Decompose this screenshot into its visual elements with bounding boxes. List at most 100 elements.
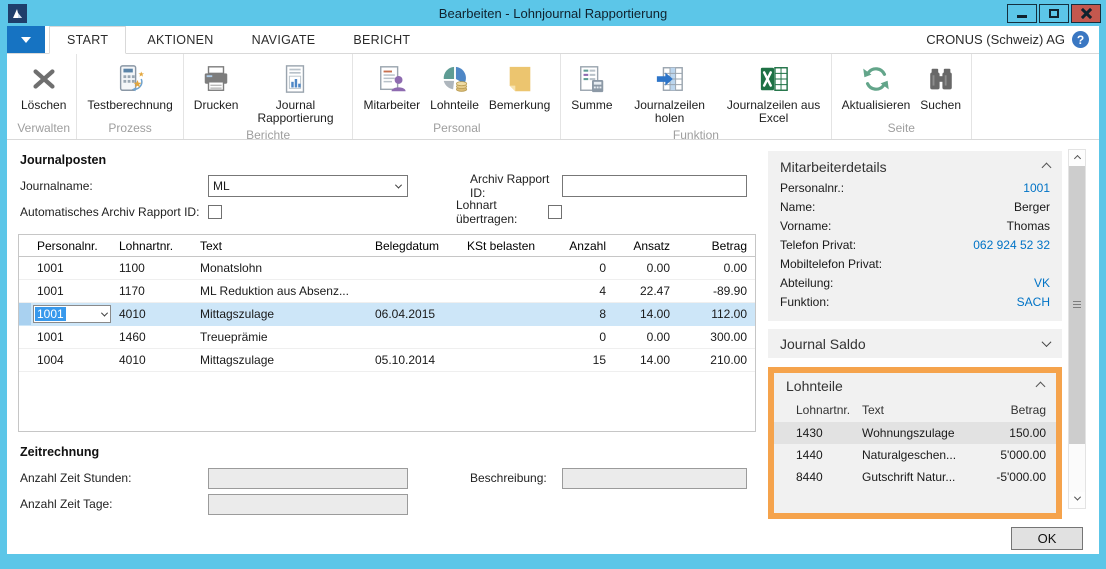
funktion-link[interactable]: SACH	[1017, 295, 1050, 310]
refresh-icon	[861, 61, 891, 97]
grip-icon	[1073, 301, 1081, 309]
window-title: Bearbeiten - Lohnjournal Rapportierung	[0, 6, 1106, 21]
factbox-pane: Mitarbeiterdetails Personalnr.: 1001 Nam…	[768, 151, 1062, 519]
loeschen-button[interactable]: Löschen	[16, 59, 71, 114]
lohnteile-row-selected[interactable]: 1430 Wohnungszulage 150.00	[774, 422, 1056, 444]
detail-row: Abteilung: VK	[768, 274, 1062, 293]
calculator-icon	[115, 61, 145, 97]
lohnteile-row[interactable]: 8440 Gutschrift Natur... -5'000.00	[774, 466, 1056, 488]
lohnart-uebertragen-checkbox[interactable]	[548, 205, 562, 219]
aktualisieren-button[interactable]: Aktualisieren	[837, 59, 916, 114]
scrollbar-down-arrow[interactable]	[1069, 492, 1085, 508]
ok-button[interactable]: OK	[1011, 527, 1083, 550]
column-header-anzahl[interactable]: Anzahl	[553, 239, 610, 253]
excel-icon	[759, 61, 789, 97]
tab-aktionen[interactable]: AKTIONEN	[130, 26, 230, 53]
binoculars-icon	[926, 61, 956, 97]
tab-bericht[interactable]: BERICHT	[336, 26, 427, 53]
table-row[interactable]: 1004 4010 Mittagszulage 05.10.2014 15 14…	[19, 349, 755, 372]
chevron-up-icon[interactable]	[1042, 162, 1052, 172]
beschreibung-label: Beschreibung:	[470, 471, 562, 485]
ribbon-group-label: Prozess	[82, 120, 177, 139]
column-header-lohnartnr[interactable]: Lohnartnr.	[113, 239, 194, 253]
maximize-button[interactable]	[1039, 4, 1069, 23]
archiv-rapport-id-label: Archiv Rapport ID:	[470, 172, 562, 200]
lohnteile-header[interactable]: Lohnteile	[774, 373, 1056, 398]
scrollbar-track[interactable]	[1069, 444, 1085, 492]
testberechnung-button[interactable]: Testberechnung	[82, 59, 177, 114]
chevron-up-icon[interactable]	[1036, 381, 1046, 391]
mitarbeiterdetails-header[interactable]: Mitarbeiterdetails	[768, 151, 1062, 179]
column-header-betrag[interactable]: Betrag	[674, 239, 755, 253]
mitarbeiter-button[interactable]: Mitarbeiter	[358, 59, 425, 114]
minimize-icon	[1017, 15, 1027, 18]
chevron-down-icon	[21, 37, 31, 43]
employee-icon	[377, 61, 407, 97]
journalname-combobox[interactable]: ML	[208, 175, 408, 197]
lohnteile-row[interactable]: 1440 Naturalgeschen... 5'000.00	[774, 444, 1056, 466]
help-icon[interactable]	[1072, 31, 1089, 48]
journal-saldo-panel-header[interactable]: Journal Saldo	[768, 329, 1062, 358]
titlebar: Bearbeiten - Lohnjournal Rapportierung	[0, 0, 1106, 26]
column-header-belegdatum[interactable]: Belegdatum	[369, 239, 461, 253]
suchen-button[interactable]: Suchen	[915, 59, 966, 114]
row-selector[interactable]	[19, 303, 31, 325]
auto-archiv-checkbox[interactable]	[208, 205, 222, 219]
application-menu-button[interactable]	[7, 26, 45, 53]
table-row[interactable]: 1001 1170 ML Reduktion aus Absenz... 4 2…	[19, 280, 755, 303]
table-row[interactable]: 1001 1460 Treueprämie 0 0.00 300.00	[19, 326, 755, 349]
column-header-personalnr[interactable]: Personalnr.	[31, 239, 113, 253]
column-header-text[interactable]: Text	[862, 403, 976, 417]
close-button[interactable]	[1071, 4, 1101, 23]
personalnr-link[interactable]: 1001	[1023, 181, 1050, 196]
personalnr-edit-cell[interactable]: 1001	[33, 305, 111, 323]
panel-title: Lohnteile	[786, 378, 843, 394]
close-icon	[1080, 7, 1092, 19]
journal-main-pane: Journalposten Journalname: ML Archiv Rap…	[18, 140, 756, 517]
column-header-kst-belasten[interactable]: KSt belasten	[461, 239, 553, 253]
table-row-selected[interactable]: 1001 4010 Mittagszulage 06.04.2015 8 14.…	[19, 303, 755, 326]
column-header-text[interactable]: Text	[194, 239, 369, 253]
lookup-chevron-icon[interactable]	[101, 309, 108, 316]
drucken-button[interactable]: Drucken	[189, 59, 244, 114]
factbox-scrollbar[interactable]	[1068, 149, 1086, 509]
tab-navigate[interactable]: NAVIGATE	[235, 26, 333, 53]
archiv-rapport-id-input[interactable]	[562, 175, 747, 197]
scrollbar-thumb[interactable]	[1069, 166, 1085, 444]
detail-row: Telefon Privat: 062 924 52 32	[768, 236, 1062, 255]
ribbon-tabbar: START AKTIONEN NAVIGATE BERICHT CRONUS (…	[7, 26, 1099, 54]
journalzeilen-aus-excel-button[interactable]: Journalzeilen aus Excel	[722, 59, 826, 127]
mitarbeiterdetails-panel: Mitarbeiterdetails Personalnr.: 1001 Nam…	[768, 151, 1062, 321]
lohnteile-header-row: Lohnartnr. Text Betrag	[774, 398, 1056, 422]
table-row[interactable]: 1001 1100 Monatslohn 0 0.00 0.00	[19, 257, 755, 280]
maximize-icon	[1049, 9, 1059, 18]
note-icon	[505, 61, 535, 97]
journal-rapportierung-button[interactable]: Journal Rapportierung	[243, 59, 347, 127]
ribbon-group-label: Verwalten	[16, 120, 71, 139]
anzahl-zeit-tage-label: Anzahl Zeit Tage:	[18, 497, 208, 511]
minimize-button[interactable]	[1007, 4, 1037, 23]
anzahl-zeit-tage-input	[208, 494, 408, 515]
auto-archiv-label: Automatisches Archiv Rapport ID:	[18, 205, 208, 219]
anzahl-zeit-stunden-label: Anzahl Zeit Stunden:	[18, 471, 208, 485]
bemerkung-button[interactable]: Bemerkung	[484, 59, 555, 114]
journalzeilen-holen-button[interactable]: Journalzeilen holen	[618, 59, 722, 127]
company-name: CRONUS (Schweiz) AG	[926, 32, 1065, 47]
chevron-down-icon[interactable]	[1042, 337, 1052, 347]
abteilung-link[interactable]: VK	[1034, 276, 1050, 291]
column-header-betrag[interactable]: Betrag	[976, 403, 1056, 417]
column-header-lohnartnr[interactable]: Lohnartnr.	[774, 403, 862, 417]
lohnart-uebertragen-label: Lohnart übertragen:	[456, 198, 548, 226]
ribbon-group-funktion: Summe Journalzeilen holen	[561, 54, 831, 139]
table-header-row: Personalnr. Lohnartnr. Text Belegdatum K…	[19, 235, 755, 257]
column-header-ansatz[interactable]: Ansatz	[610, 239, 674, 253]
tab-start[interactable]: START	[49, 26, 126, 54]
summe-button[interactable]: Summe	[566, 59, 617, 114]
telefon-privat-link[interactable]: 062 924 52 32	[973, 238, 1050, 253]
detail-row: Funktion: SACH	[768, 293, 1062, 312]
ribbon-group-berichte: Drucken Journal Rapportierung Berichte	[184, 54, 354, 139]
journalname-value: ML	[213, 179, 230, 193]
report-icon	[280, 61, 310, 97]
lohnteile-button[interactable]: Lohnteile	[425, 59, 484, 114]
scrollbar-up-arrow[interactable]	[1069, 150, 1085, 166]
